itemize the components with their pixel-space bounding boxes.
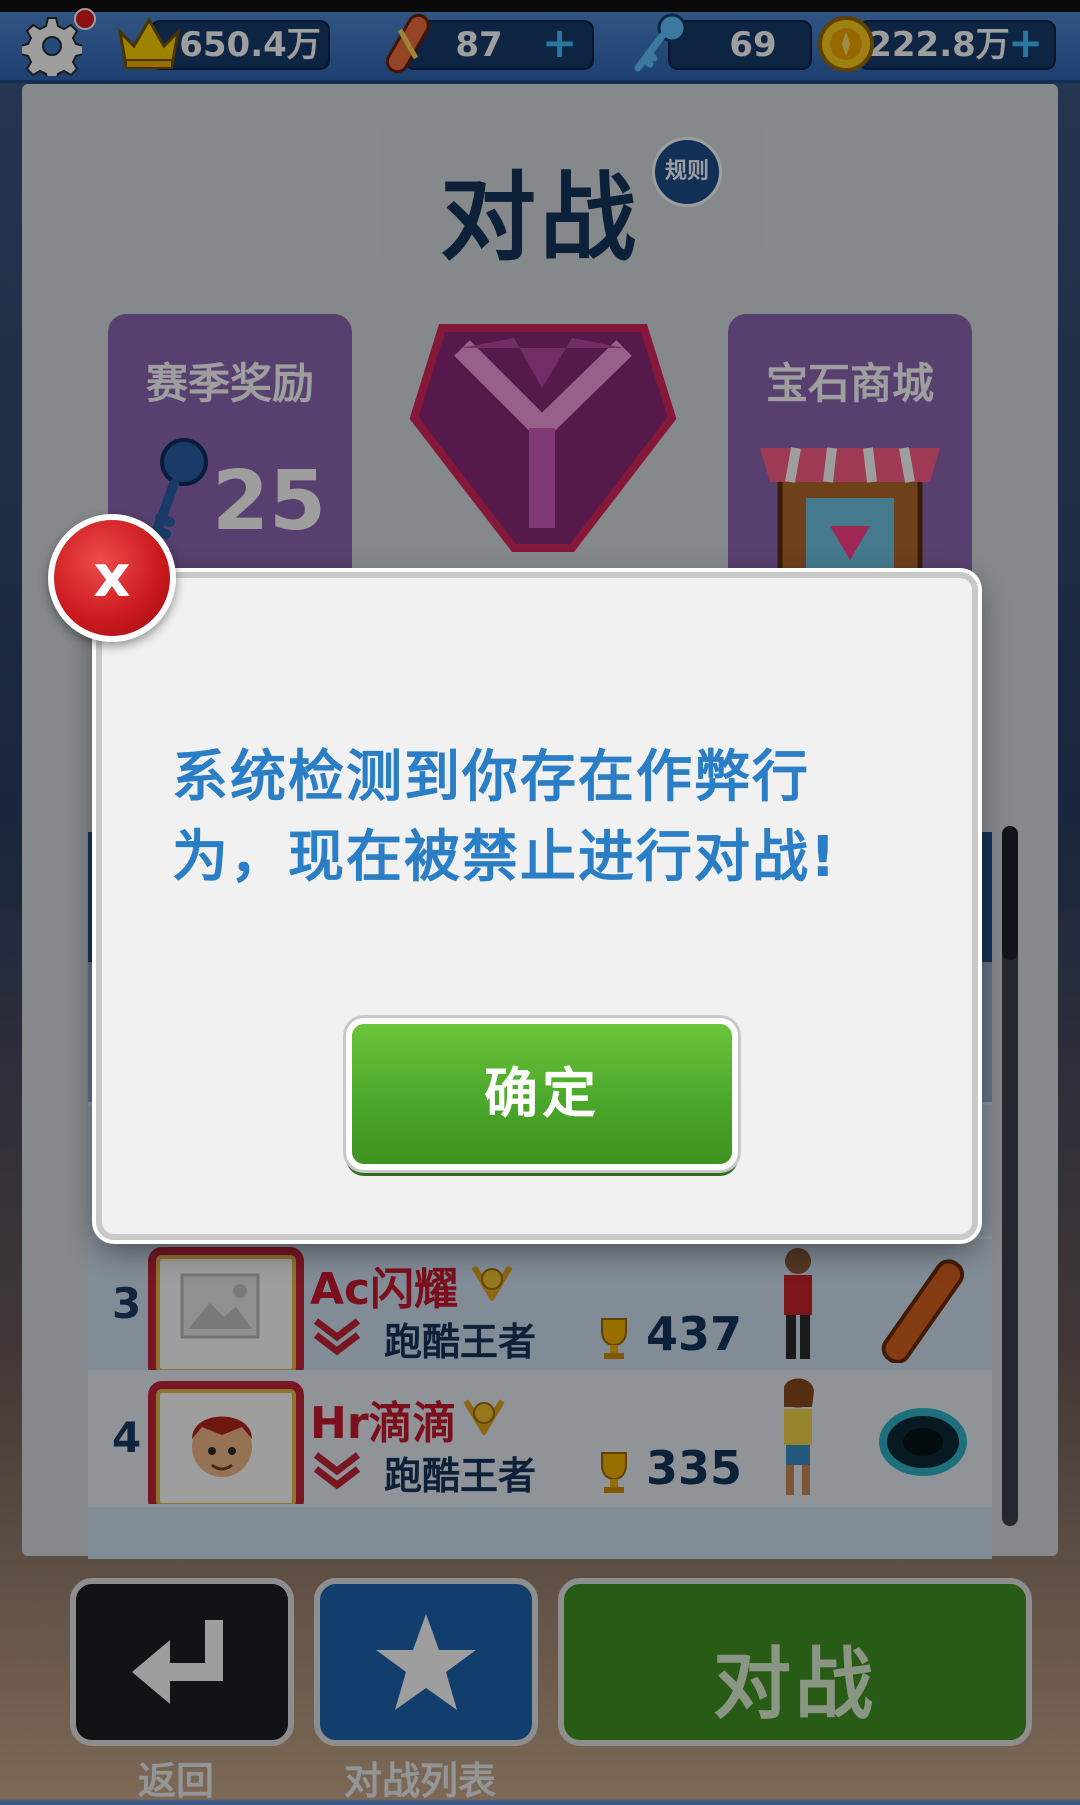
close-dialog-button[interactable]: x (48, 514, 176, 642)
confirm-button[interactable]: 确定 (346, 1018, 738, 1170)
cheat-warning-dialog: 系统检测到你存在作弊行为，现在被禁止进行对战! 确定 (96, 572, 978, 1240)
dialog-message: 系统检测到你存在作弊行为，现在被禁止进行对战! (172, 745, 838, 890)
